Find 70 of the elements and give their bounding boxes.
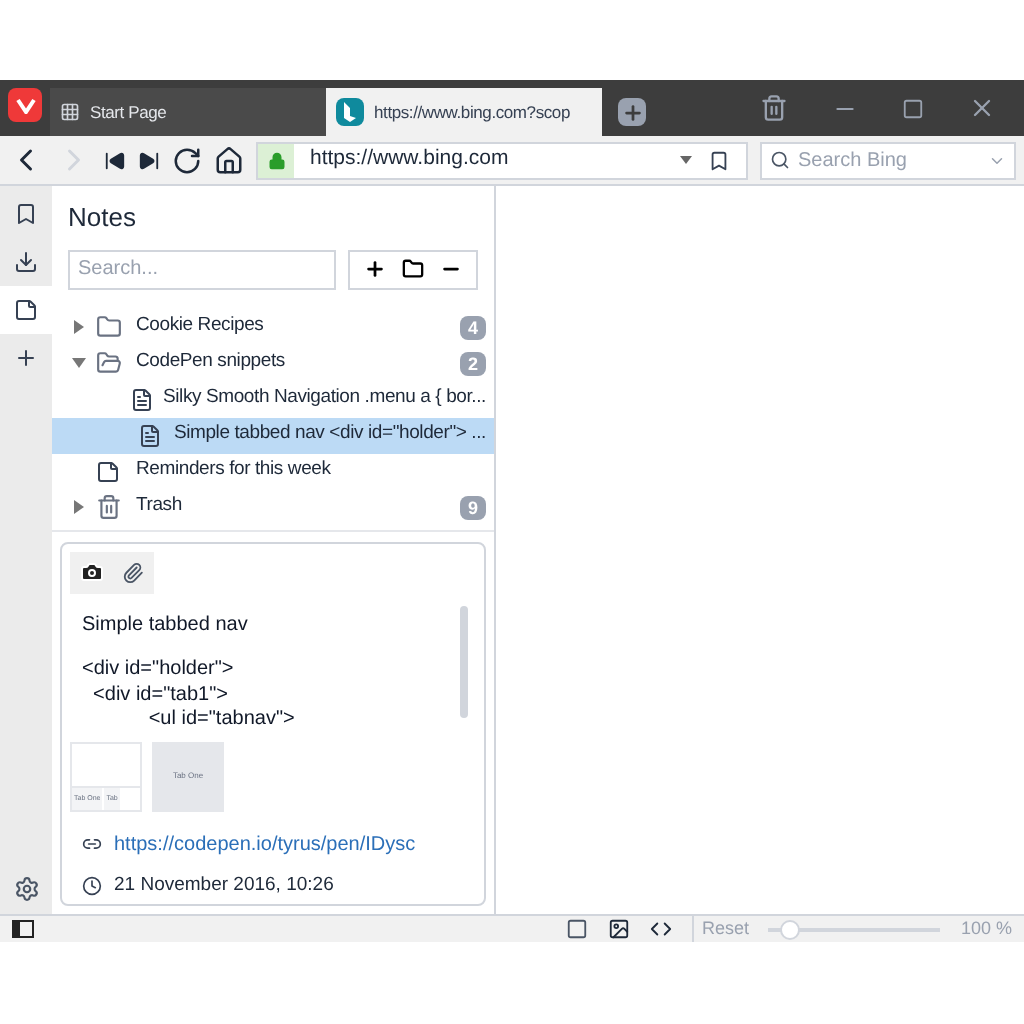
note-text-line: <div id="tab1"> <box>91 681 230 704</box>
trash-icon[interactable] <box>760 94 788 122</box>
tree-item[interactable]: Reminders for this week <box>52 453 494 489</box>
expanded-arrow-icon[interactable] <box>72 356 86 370</box>
folder-icon <box>96 314 122 340</box>
clock-icon <box>82 875 102 896</box>
window-icon[interactable] <box>565 918 588 940</box>
note-text-line: <div id="holder"> <box>82 656 236 679</box>
camera-icon <box>79 560 103 584</box>
note-date: 21 November 2016, 10:26 <box>114 871 334 899</box>
attach-button[interactable] <box>112 551 154 593</box>
tree-item-label: Silky Smooth Navigation .menu a { bor... <box>162 384 486 413</box>
notes-panel-button[interactable] <box>0 286 52 334</box>
panel-title: Notes <box>66 200 138 236</box>
maximize-icon[interactable] <box>902 97 924 119</box>
search-icon <box>770 150 790 170</box>
tree-item[interactable]: Silky Smooth Navigation .menu a { bor... <box>52 381 494 417</box>
browser-tab[interactable]: Start Page <box>50 88 326 136</box>
download-icon <box>14 250 38 274</box>
bookmark-icon[interactable] <box>708 149 730 171</box>
home-icon[interactable] <box>214 145 244 175</box>
paperclip-icon <box>122 561 144 583</box>
new-tab-button[interactable] <box>618 98 646 126</box>
zoom-slider[interactable] <box>768 919 941 939</box>
note-text-line: <ul id="tabnav"> <box>146 706 297 729</box>
tree-item-label: Cookie Recipes <box>136 312 266 341</box>
close-icon[interactable] <box>968 94 996 122</box>
zoom-slider-thumb[interactable] <box>779 919 800 939</box>
tree-item-label: Trash <box>136 492 184 521</box>
plus-icon <box>14 346 38 370</box>
note-title-line: Simple tabbed nav <box>82 611 250 634</box>
tree-item[interactable]: CodePen snippets 2 <box>52 345 494 381</box>
zoom-reading: 100 % <box>960 915 1012 942</box>
bookmark-icon <box>14 202 38 226</box>
grid-icon <box>60 102 80 122</box>
count-badge: 9 <box>459 495 486 519</box>
count-badge: 2 <box>459 351 486 375</box>
reload-icon[interactable] <box>172 145 202 175</box>
panel-toggle-icon[interactable] <box>12 920 34 938</box>
scrollbar <box>460 605 468 717</box>
camera-button[interactable] <box>70 551 112 593</box>
note-icon <box>14 298 38 322</box>
folder-icon[interactable] <box>402 258 424 280</box>
tree-item[interactable]: Simple tabbed nav <div id="holder"> ... <box>52 417 494 453</box>
note-icon <box>96 459 120 483</box>
dropdown-icon[interactable] <box>680 156 692 164</box>
browser-logo-icon[interactable] <box>8 88 42 122</box>
collapsed-arrow-icon[interactable] <box>72 320 86 334</box>
tree-item[interactable]: Cookie Recipes 4 <box>52 309 494 345</box>
tree-item-label: Reminders for this week <box>136 456 333 485</box>
b-logo-icon <box>336 98 364 126</box>
image-icon[interactable] <box>607 918 630 940</box>
fast-forward-icon[interactable] <box>138 149 160 171</box>
folder-icon <box>96 350 122 376</box>
settings-icon[interactable] <box>13 876 39 902</box>
note-icon <box>137 423 162 447</box>
note-link[interactable]: https://codepen.io/tyrus/pen/IDysc <box>114 829 416 859</box>
tree-item-label: Simple tabbed nav <div id="holder"> ... <box>173 420 486 449</box>
rewind-icon[interactable] <box>104 149 126 171</box>
collapsed-arrow-icon[interactable] <box>72 500 86 514</box>
trash-icon <box>96 494 122 520</box>
address-field[interactable]: https://www.bing.com <box>256 141 748 179</box>
add-icon[interactable] <box>364 258 386 280</box>
tree-item[interactable]: Trash 9 <box>52 489 494 525</box>
code-icon[interactable] <box>649 918 672 940</box>
count-badge: 4 <box>459 315 486 339</box>
link-icon <box>82 834 102 854</box>
browser-tab[interactable]: https://www.bing.com?scop <box>326 88 602 136</box>
tree-item-label: CodePen snippets <box>136 348 287 377</box>
note-icon <box>130 387 155 411</box>
